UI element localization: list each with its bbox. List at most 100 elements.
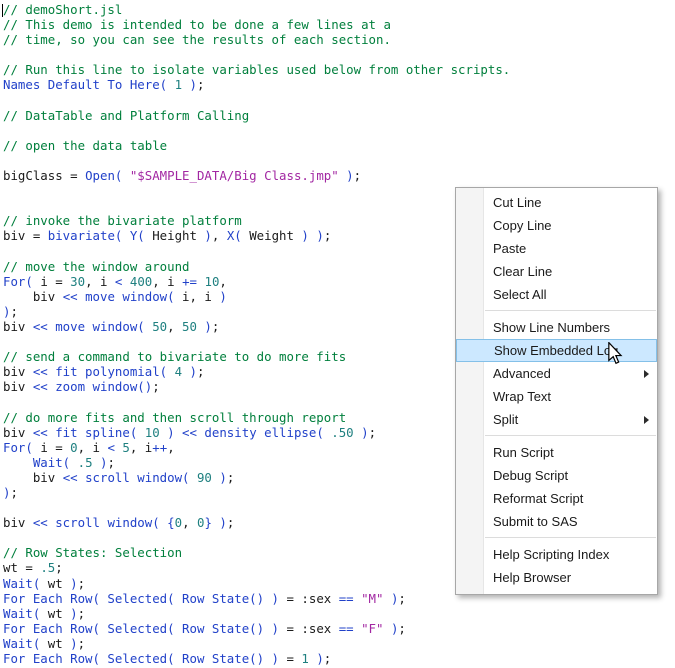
- code-token: 50: [152, 318, 168, 334]
- code-token: ): [383, 620, 399, 636]
- code-token: "$SAMPLE_DATA/Big Class.jmp": [129, 168, 339, 184]
- code-token: ,: [167, 439, 175, 455]
- code-token: 30: [70, 273, 86, 289]
- code-line[interactable]: // demoShort.jsl: [3, 2, 675, 17]
- menu-item-help-scripting-index[interactable]: Help Scripting Index: [456, 543, 657, 566]
- code-line[interactable]: [3, 123, 675, 138]
- code-token: ;: [55, 560, 63, 576]
- code-line[interactable]: [3, 93, 675, 108]
- code-token: // move the window around: [3, 258, 190, 274]
- code-token: , i: [129, 439, 153, 455]
- code-token: << scroll window( {: [32, 515, 175, 531]
- menu-separator: [456, 306, 657, 316]
- code-token: =: [286, 651, 302, 667]
- code-token: 4: [174, 364, 183, 380]
- code-token: ;: [353, 168, 362, 184]
- code-token: biv: [3, 318, 33, 334]
- code-line[interactable]: // Run this line to isolate variables us…: [3, 62, 675, 77]
- code-token: .5: [77, 454, 93, 470]
- code-line[interactable]: [3, 153, 675, 168]
- code-token: Names Default To Here(: [3, 77, 175, 93]
- code-line[interactable]: [3, 47, 675, 62]
- code-token: ;: [368, 424, 377, 440]
- menu-item-reformat-script[interactable]: Reformat Script: [456, 487, 657, 510]
- menu-item-help-browser[interactable]: Help Browser: [456, 566, 657, 589]
- code-token: ;: [196, 77, 205, 93]
- code-line[interactable]: // This demo is intended to be done a fe…: [3, 17, 675, 32]
- code-token: ++: [152, 439, 168, 455]
- code-token: ): [211, 288, 227, 304]
- code-token: ;: [10, 303, 18, 319]
- code-token: ;: [398, 620, 406, 636]
- menu-item-show-embedded-log[interactable]: Show Embedded Log: [456, 339, 657, 362]
- code-token: ;: [211, 318, 220, 334]
- code-token: << fit polynomial(: [32, 364, 175, 380]
- menu-item-label: Cut Line: [493, 195, 542, 210]
- menu-item-label: Show Line Numbers: [493, 320, 611, 335]
- code-line[interactable]: Wait( wt );: [3, 636, 675, 651]
- code-token: For Each Row( Selected( Row State() ): [3, 590, 287, 606]
- code-line[interactable]: For Each Row( Selected( Row State() ) = …: [3, 651, 675, 666]
- code-token: wt: [47, 575, 63, 591]
- code-token: // Run this line to isolate variables us…: [3, 62, 511, 78]
- code-token: ==: [338, 620, 354, 636]
- code-token: 90: [196, 469, 212, 485]
- code-token: ,: [182, 515, 197, 531]
- code-token: ): [62, 635, 78, 651]
- menu-item-label: Help Browser: [493, 570, 572, 585]
- code-token: Open(: [85, 168, 130, 184]
- code-token: ;: [107, 454, 115, 470]
- code-line[interactable]: // time, so you can see the results of e…: [3, 32, 675, 47]
- code-token: // Row States: Selection: [3, 545, 183, 561]
- code-line[interactable]: // DataTable and Platform Calling: [3, 108, 675, 123]
- menu-item-cut-line[interactable]: Cut Line: [456, 191, 657, 214]
- code-token: , i: [77, 439, 108, 455]
- code-token: = :sex: [286, 590, 339, 606]
- menu-item-wrap-text[interactable]: Wrap Text: [456, 385, 657, 408]
- mouse-cursor-icon: [608, 342, 623, 365]
- code-token: ) << density ellipse(: [159, 424, 332, 440]
- code-token: biv: [3, 288, 63, 304]
- menu-item-advanced[interactable]: Advanced: [456, 362, 657, 385]
- code-token: 10: [144, 424, 160, 440]
- menu-item-debug-script[interactable]: Debug Script: [456, 464, 657, 487]
- menu-item-submit-to-sas[interactable]: Submit to SAS: [456, 510, 657, 533]
- code-token: "M": [361, 590, 384, 606]
- code-line[interactable]: Wait( wt );: [3, 606, 675, 621]
- code-token: 1: [174, 77, 183, 93]
- menu-item-run-script[interactable]: Run Script: [456, 441, 657, 464]
- code-token: << zoom window(): [32, 379, 153, 395]
- code-token: ;: [226, 515, 235, 531]
- code-token: ==: [338, 590, 354, 606]
- code-token: wt: [47, 605, 63, 621]
- menu-item-clear-line[interactable]: Clear Line: [456, 260, 657, 283]
- code-token: ): [196, 228, 212, 244]
- code-token: = :sex: [286, 620, 339, 636]
- code-token: Wait(: [3, 605, 48, 621]
- code-token: ): [308, 651, 324, 667]
- code-token: wt: [47, 635, 63, 651]
- code-token: // invoke the bivariate platform: [3, 213, 242, 229]
- code-token: , i: [152, 273, 183, 289]
- code-token: Wait(: [3, 635, 48, 651]
- code-token: For(: [3, 273, 41, 289]
- code-token: ): [211, 469, 227, 485]
- code-line[interactable]: Names Default To Here( 1 );: [3, 77, 675, 92]
- menu-item-copy-line[interactable]: Copy Line: [456, 214, 657, 237]
- code-line[interactable]: For Each Row( Selected( Row State() ) = …: [3, 621, 675, 636]
- code-token: ;: [77, 575, 86, 591]
- code-line[interactable]: bigClass = Open( "$SAMPLE_DATA/Big Class…: [3, 168, 675, 183]
- code-token: 1: [301, 651, 309, 667]
- menu-separator: [456, 431, 657, 441]
- menu-item-label: Advanced: [493, 366, 551, 381]
- menu-item-split[interactable]: Split: [456, 408, 657, 431]
- submenu-arrow-icon: [644, 369, 649, 378]
- menu-item-label: Submit to SAS: [493, 514, 578, 529]
- menu-item-select-all[interactable]: Select All: [456, 283, 657, 306]
- menu-item-show-line-numbers[interactable]: Show Line Numbers: [456, 316, 657, 339]
- menu-item-paste[interactable]: Paste: [456, 237, 657, 260]
- menu-item-label: Paste: [493, 241, 527, 256]
- code-line[interactable]: // open the data table: [3, 138, 675, 153]
- menu-item-label: Select All: [493, 287, 547, 302]
